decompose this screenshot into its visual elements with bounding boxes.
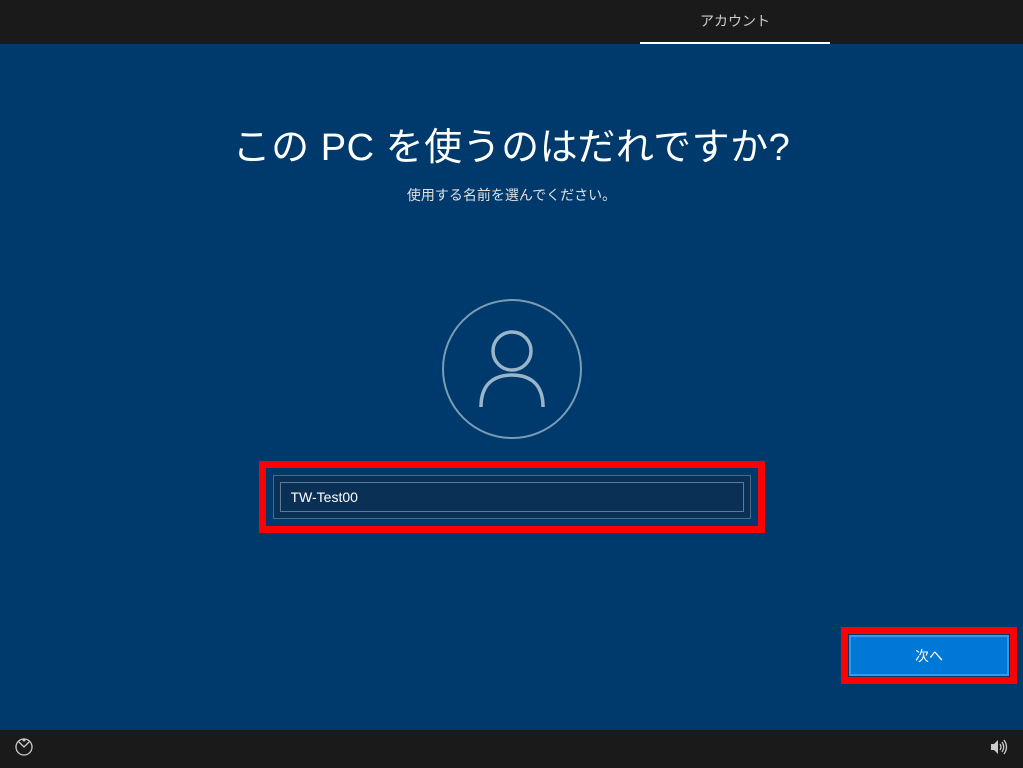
next-button[interactable]: 次へ xyxy=(849,635,1009,676)
tab-account[interactable]: アカウント xyxy=(640,0,830,44)
avatar-container xyxy=(442,299,582,439)
bottom-bar xyxy=(0,730,1023,768)
top-bar: アカウント xyxy=(0,0,1023,44)
next-button-wrapper: 次へ xyxy=(849,635,1009,676)
username-input[interactable] xyxy=(280,482,744,512)
tab-container: アカウント xyxy=(640,0,830,44)
user-avatar-icon xyxy=(442,299,582,439)
username-input-container xyxy=(273,475,751,519)
page-title: この PC を使うのはだれですか? xyxy=(233,116,791,171)
page-subtitle: 使用する名前を選んでください。 xyxy=(407,185,616,205)
username-input-wrapper xyxy=(273,475,751,519)
main-content: この PC を使うのはだれですか? 使用する名前を選んでください。 次へ xyxy=(0,44,1023,730)
volume-icon[interactable] xyxy=(989,737,1009,762)
accessibility-icon[interactable] xyxy=(14,737,34,762)
